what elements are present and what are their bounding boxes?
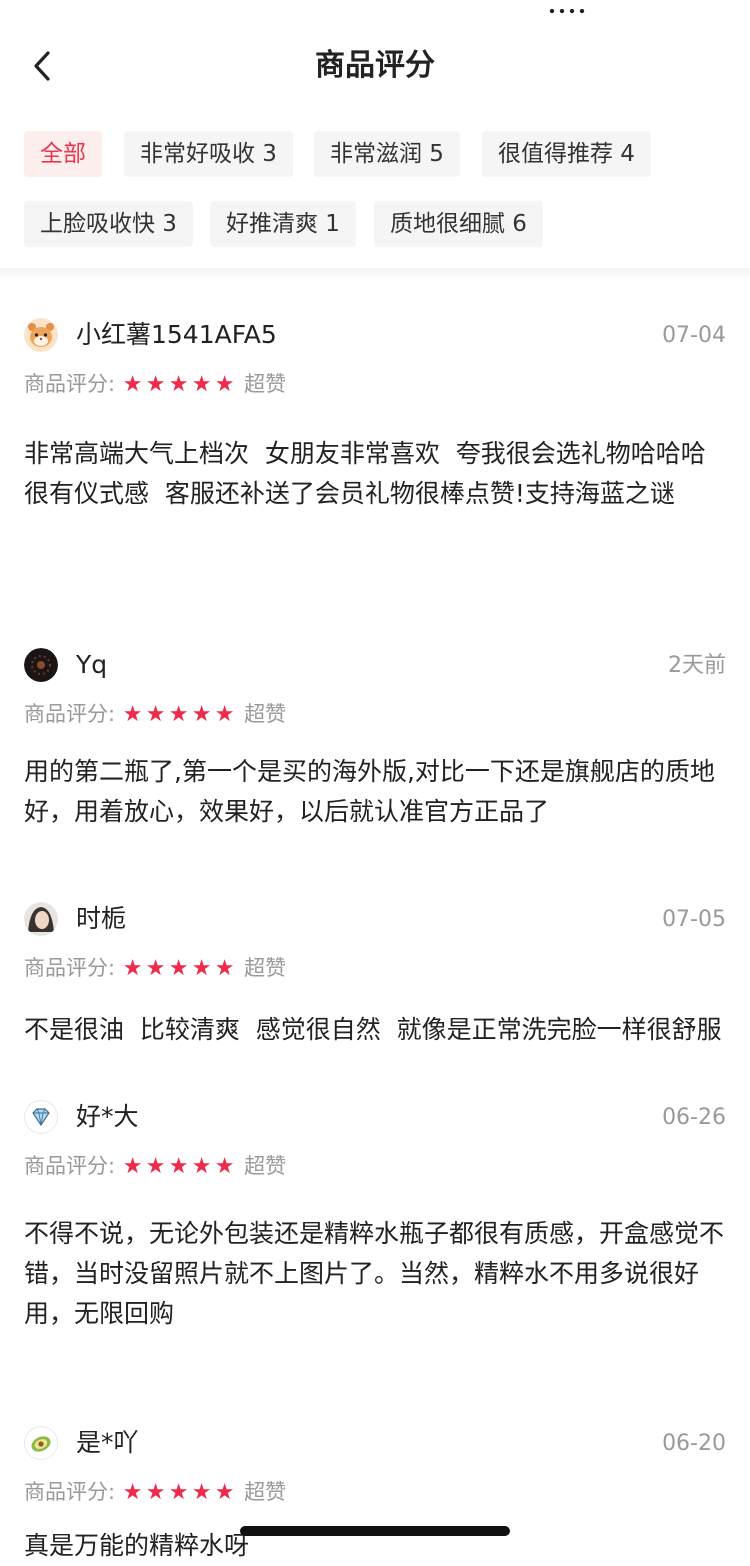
review-item: 时栀 07-05 商品评分: ★ ★ ★ ★ ★ 超赞 不是很油 比较清爽 感觉很自然 就像… bbox=[24, 900, 726, 1050]
tag-recommended[interactable]: 很值得推荐 4 bbox=[482, 131, 651, 177]
rating-row: 商品评分: ★ ★ ★ ★ ★ 超赞 bbox=[24, 694, 726, 732]
rating-word: 超赞 bbox=[244, 372, 287, 396]
star-icon: ★ bbox=[214, 371, 235, 397]
star-icon: ★ bbox=[122, 955, 143, 981]
star-icon: ★ bbox=[191, 1153, 212, 1179]
star-rating: ★ ★ ★ ★ ★ bbox=[121, 949, 236, 988]
username[interactable]: 好*大 bbox=[76, 1098, 139, 1136]
avocado-avatar-icon[interactable] bbox=[24, 1426, 58, 1460]
review-date: 07-05 bbox=[662, 907, 726, 932]
star-icon: ★ bbox=[191, 955, 212, 981]
star-icon: ★ bbox=[145, 371, 166, 397]
rating-label: 商品评分: bbox=[24, 1154, 116, 1178]
rating-row: 商品评分: ★ ★ ★ ★ ★ 超赞 bbox=[24, 1146, 726, 1184]
star-icon: ★ bbox=[122, 701, 143, 727]
star-icon: ★ bbox=[168, 1153, 189, 1179]
review-date: 06-26 bbox=[662, 1105, 726, 1130]
star-icon: ★ bbox=[145, 701, 166, 727]
review-item: 好*大 06-26 商品评分: ★ ★ ★ ★ ★ 超赞 不得不说，无论外包装还是精粹水瓶子… bbox=[24, 1098, 726, 1334]
review-text: 不是很油 比较清爽 感觉很自然 就像是正常洗完脸一样很舒服 bbox=[24, 1015, 722, 1044]
rating-label: 商品评分: bbox=[24, 702, 116, 726]
rating-label: 商品评分: bbox=[24, 956, 116, 980]
star-icon: ★ bbox=[122, 1153, 143, 1179]
username[interactable]: 时栀 bbox=[76, 900, 126, 938]
star-icon: ★ bbox=[122, 371, 143, 397]
rating-label: 商品评分: bbox=[24, 1480, 116, 1504]
star-icon: ★ bbox=[191, 371, 212, 397]
username[interactable]: 小红薯1541AFA5 bbox=[76, 316, 277, 354]
star-icon: ★ bbox=[145, 1479, 166, 1505]
review-item: Yq 2天前 商品评分: ★ ★ ★ ★ ★ 超赞 用的第二瓶了,第一个是买的海外版,对比一… bbox=[24, 646, 726, 832]
review-date: 07-04 bbox=[662, 323, 726, 348]
portrait-avatar[interactable] bbox=[24, 902, 58, 936]
tag-absorbs-well[interactable]: 非常好吸收 3 bbox=[124, 131, 293, 177]
star-icon: ★ bbox=[214, 1153, 235, 1179]
star-rating: ★ ★ ★ ★ ★ bbox=[121, 1147, 236, 1186]
star-icon: ★ bbox=[168, 1479, 189, 1505]
star-icon: ★ bbox=[191, 1479, 212, 1505]
rating-word: 超赞 bbox=[244, 956, 287, 980]
star-rating: ★ ★ ★ ★ ★ bbox=[121, 365, 236, 404]
tag-refreshing[interactable]: 好推清爽 1 bbox=[210, 201, 356, 247]
dark-photo-avatar[interactable] bbox=[24, 648, 58, 682]
star-icon: ★ bbox=[145, 1153, 166, 1179]
page-title: 商品评分 bbox=[315, 48, 435, 83]
diamond-avatar-icon[interactable] bbox=[24, 1100, 58, 1134]
rating-row: 商品评分: ★ ★ ★ ★ ★ 超赞 bbox=[24, 364, 726, 402]
review-text: 非常高端大气上档次 女朋友非常喜欢 夸我很会选礼物哈哈哈 很有仪式感 客服还补送… bbox=[24, 439, 722, 508]
review-item: 是*吖 06-20 商品评分: ★ ★ ★ ★ ★ 超赞 真是万能的精粹水呀 bbox=[24, 1424, 726, 1566]
rating-word: 超赞 bbox=[244, 1480, 287, 1504]
tag-all[interactable]: 全部 bbox=[24, 131, 102, 177]
star-icon: ★ bbox=[145, 955, 166, 981]
star-icon: ★ bbox=[168, 371, 189, 397]
rating-word: 超赞 bbox=[244, 1154, 287, 1178]
review-date: 06-20 bbox=[662, 1431, 726, 1456]
top-bar: 商品评分 bbox=[0, 0, 750, 120]
review-text: 用的第二瓶了,第一个是买的海外版,对比一下还是旗舰店的质地好，用着放心，效果好，… bbox=[24, 757, 715, 826]
tag-fine-texture[interactable]: 质地很细腻 6 bbox=[374, 201, 543, 247]
review-date: 2天前 bbox=[668, 653, 726, 678]
star-icon: ★ bbox=[214, 1479, 235, 1505]
username[interactable]: Yq bbox=[76, 646, 107, 684]
star-rating: ★ ★ ★ ★ ★ bbox=[121, 695, 236, 734]
rating-row: 商品评分: ★ ★ ★ ★ ★ 超赞 bbox=[24, 948, 726, 986]
star-icon: ★ bbox=[168, 701, 189, 727]
section-divider bbox=[0, 268, 750, 282]
hamster-avatar-icon[interactable] bbox=[24, 318, 58, 352]
star-icon: ★ bbox=[168, 955, 189, 981]
star-icon: ★ bbox=[191, 701, 212, 727]
star-icon: ★ bbox=[214, 955, 235, 981]
tag-fast-absorb[interactable]: 上脸吸收快 3 bbox=[24, 201, 193, 247]
star-icon: ★ bbox=[214, 701, 235, 727]
review-item: 小红薯1541AFA5 07-04 商品评分: ★ ★ ★ ★ ★ 超赞 非常高端大气上档次… bbox=[24, 316, 726, 514]
home-indicator[interactable] bbox=[240, 1526, 510, 1536]
star-rating: ★ ★ ★ ★ ★ bbox=[121, 1473, 236, 1512]
review-text: 不得不说，无论外包装还是精粹水瓶子都很有质感，开盒感觉不错，当时没留照片就不上图… bbox=[24, 1219, 725, 1328]
username[interactable]: 是*吖 bbox=[76, 1424, 139, 1462]
star-icon: ★ bbox=[122, 1479, 143, 1505]
rating-label: 商品评分: bbox=[24, 372, 116, 396]
status-indicator-icon bbox=[548, 0, 588, 14]
rating-word: 超赞 bbox=[244, 702, 287, 726]
rating-row: 商品评分: ★ ★ ★ ★ ★ 超赞 bbox=[24, 1472, 726, 1510]
tag-moisturizing[interactable]: 非常滋润 5 bbox=[314, 131, 460, 177]
